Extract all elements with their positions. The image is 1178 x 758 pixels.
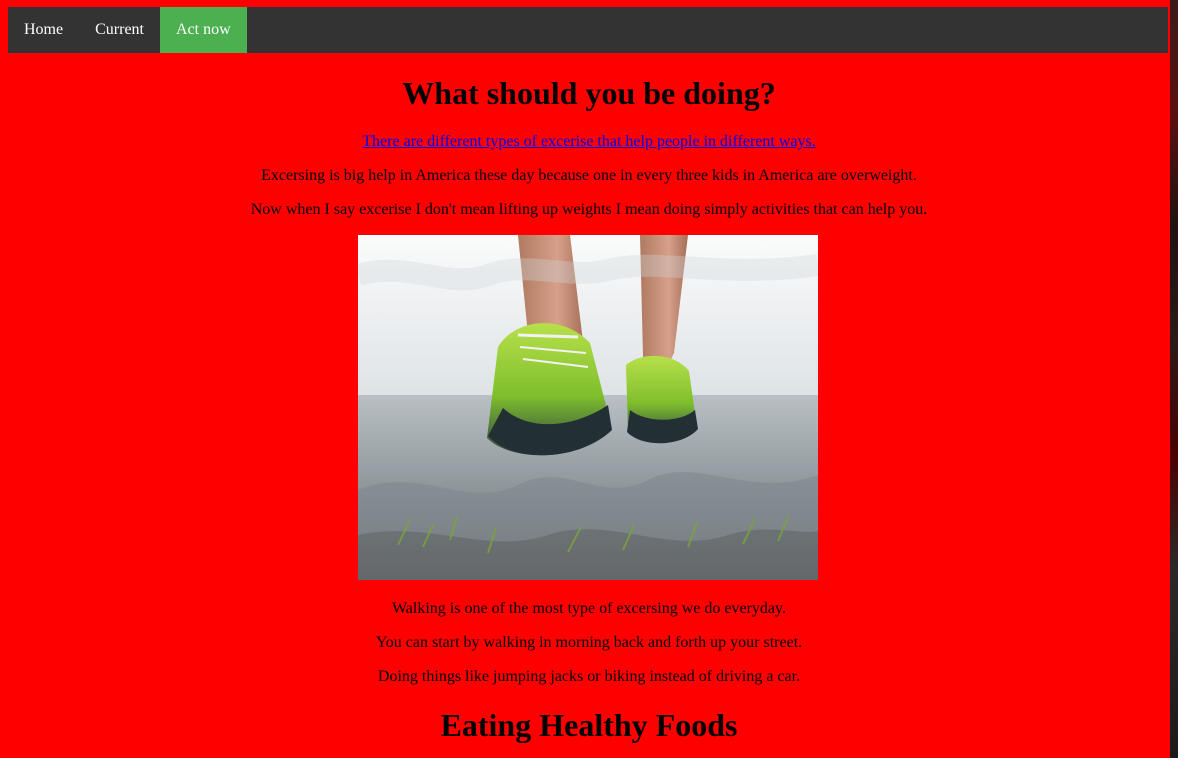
section-heading-eating: Eating Healthy Foods [440, 707, 738, 743]
nav-act-now-link[interactable]: Act now [159, 7, 247, 53]
nav-current-link[interactable]: Current [79, 7, 160, 53]
paragraph-jumping-jacks: Doing things like jumping jacks or bikin… [377, 668, 801, 685]
paragraph-walking: Walking is one of the most type of excer… [391, 600, 786, 617]
paragraph-start-walking: You can start by walking in morning back… [375, 634, 803, 651]
page-title: What should you be doing? [402, 75, 776, 111]
top-navbar: Home Current Act now [8, 7, 1168, 53]
exercise-types-link[interactable]: There are different types of excerise th… [0, 132, 1178, 152]
page: Home Current Act now What should you be … [0, 0, 1178, 758]
paragraph-simple-activities: Now when I say excerise I don't mean lif… [250, 201, 928, 218]
paragraph-overweight: Excersing is big help in America these d… [261, 167, 917, 184]
nav-home-link[interactable]: Home [8, 7, 79, 53]
walking-shoes-image [358, 235, 818, 580]
